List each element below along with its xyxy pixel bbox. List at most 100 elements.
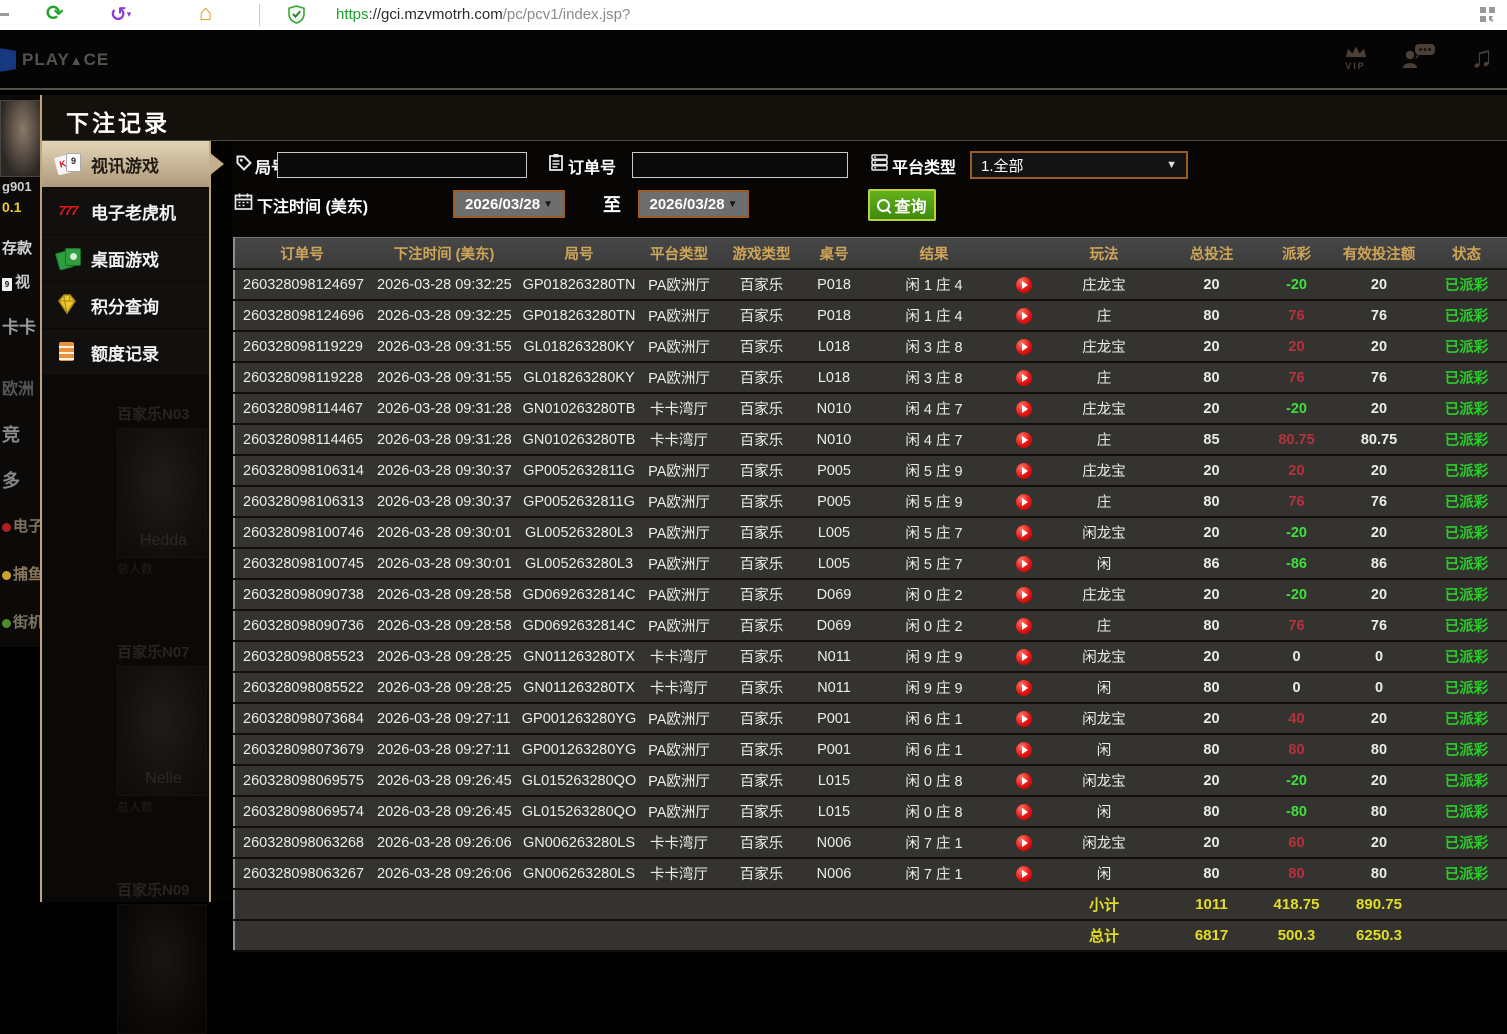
table-row: 260328098085522 2026-03-28 09:28:25 GN01…: [234, 672, 1507, 704]
play-video-icon[interactable]: [1016, 307, 1032, 324]
replay-cell: [1004, 548, 1044, 580]
secure-shield-icon[interactable]: [288, 5, 305, 29]
sidebar-item-video-games[interactable]: K9 视讯游戏: [42, 141, 224, 187]
status-cell: 已派彩: [1424, 331, 1507, 363]
payout-cell: 76: [1259, 610, 1334, 642]
bet-time-cell: 2026-03-28 09:31:55: [369, 362, 519, 394]
valid-bet-cell: 76: [1334, 610, 1424, 642]
play-video-icon[interactable]: [1016, 865, 1032, 882]
play-video-icon[interactable]: [1016, 431, 1032, 448]
platform-cell: 卡卡湾厅: [639, 424, 719, 456]
play-video-icon[interactable]: [1016, 462, 1032, 479]
platform-cell: PA欧洲厅: [639, 796, 719, 828]
table-no-cell: N010: [804, 424, 864, 456]
sidebar-item-slots[interactable]: 777 电子老虎机: [42, 188, 209, 234]
replay-cell: [1004, 672, 1044, 704]
valid-bet-cell: 80.75: [1334, 424, 1424, 456]
total-bet-cell: 20: [1164, 331, 1259, 363]
toolbar-divider: [259, 4, 260, 26]
play-video-icon[interactable]: [1016, 369, 1032, 386]
chevron-down-icon: ▼: [727, 198, 738, 210]
round-no-input[interactable]: [277, 152, 527, 178]
play-video-icon[interactable]: [1016, 710, 1032, 727]
total-row: 总计 6817 500.3 6250.3: [234, 920, 1507, 952]
order-id-cell: 260328098100745: [234, 548, 369, 580]
playace-logo: PLAY▲CE: [0, 48, 109, 72]
subtotal-payout: 418.75: [1259, 889, 1334, 921]
refresh-icon[interactable]: ⟳: [46, 1, 64, 26]
play-video-icon[interactable]: [1016, 400, 1032, 417]
play-video-icon[interactable]: [1016, 772, 1032, 789]
total-bet-cell: 80: [1164, 362, 1259, 394]
vip-icon[interactable]: VIP: [1343, 45, 1369, 71]
valid-bet-cell: 20: [1334, 331, 1424, 363]
status-cell: 已派彩: [1424, 393, 1507, 425]
header-divider: [0, 88, 1507, 90]
total-bet-cell: 20: [1164, 827, 1259, 859]
home-icon[interactable]: ⌂: [199, 0, 212, 26]
payout-cell: 80.75: [1259, 424, 1334, 456]
modal-content: 局号 订单号 平台类型 1.全部 ▼ 下注时间 (美东) 2026/03/28 …: [232, 141, 1507, 952]
round-id-cell: GD0692632814C: [519, 579, 639, 611]
query-button[interactable]: 查询: [868, 189, 936, 221]
table-games-icon: [54, 246, 81, 271]
platform-cell: 卡卡湾厅: [639, 672, 719, 704]
table-row: 260328098100746 2026-03-28 09:30:01 GL00…: [234, 517, 1507, 549]
replay-cell: [1004, 331, 1044, 363]
play-type-cell: 闲龙宝: [1044, 517, 1164, 549]
valid-bet-cell: 20: [1334, 579, 1424, 611]
bet-time-cell: 2026-03-28 09:28:25: [369, 641, 519, 673]
sidebar-item-quota-records[interactable]: 额度记录: [42, 329, 209, 375]
play-video-icon[interactable]: [1016, 648, 1032, 665]
play-video-icon[interactable]: [1016, 679, 1032, 696]
play-video-icon[interactable]: [1016, 276, 1032, 293]
url-bar[interactable]: https://gci.mzvmotrh.com/pc/pcv1/index.j…: [336, 6, 630, 23]
result-cell: 闲 4 庄 7: [864, 393, 1004, 425]
play-video-icon[interactable]: [1016, 834, 1032, 851]
round-id-cell: GN011263280TX: [519, 672, 639, 704]
valid-bet-cell: 20: [1334, 765, 1424, 797]
replay-cell: [1004, 641, 1044, 673]
platform-type-select[interactable]: 1.全部 ▼: [970, 151, 1188, 179]
play-video-icon[interactable]: [1016, 617, 1032, 634]
music-icon[interactable]: ♫: [1471, 42, 1494, 73]
video-games-shortcut: 9视: [2, 271, 30, 292]
round-id-cell: GP001263280YG: [519, 703, 639, 735]
game-type-cell: 百家乐: [719, 672, 804, 704]
play-video-icon[interactable]: [1016, 338, 1032, 355]
round-id-cell: GL018263280KY: [519, 362, 639, 394]
replay-cell: [1004, 455, 1044, 487]
valid-bet-cell: 20: [1334, 703, 1424, 735]
total-valid: 6250.3: [1334, 920, 1424, 952]
table-row: 260328098073679 2026-03-28 09:27:11 GP00…: [234, 734, 1507, 766]
play-video-icon[interactable]: [1016, 586, 1032, 603]
game-type-cell: 百家乐: [719, 362, 804, 394]
total-bet-cell: 86: [1164, 548, 1259, 580]
play-video-icon[interactable]: [1016, 741, 1032, 758]
play-type-cell: 闲龙宝: [1044, 641, 1164, 673]
order-no-input[interactable]: [632, 152, 848, 178]
play-type-cell: 庄龙宝: [1044, 393, 1164, 425]
payout-cell: 76: [1259, 362, 1334, 394]
status-cell: 已派彩: [1424, 610, 1507, 642]
round-id-cell: GP0052632811G: [519, 486, 639, 518]
date-to-select[interactable]: 2026/03/28 ▼: [638, 190, 749, 218]
play-video-icon[interactable]: [1016, 555, 1032, 572]
play-video-icon[interactable]: [1016, 524, 1032, 541]
back-icon[interactable]: ↺▾: [110, 2, 131, 27]
round-id-cell: GL015263280QO: [519, 765, 639, 797]
table-row: 260328098114465 2026-03-28 09:31:28 GN01…: [234, 424, 1507, 456]
payout-cell: -86: [1259, 548, 1334, 580]
total-bet-cell: 80: [1164, 672, 1259, 704]
table-row: 260328098069575 2026-03-28 09:26:45 GL01…: [234, 765, 1507, 797]
customer-service-icon[interactable]: [1402, 42, 1437, 73]
sidebar-item-points-query[interactable]: 积分查询: [42, 282, 209, 328]
status-cell: 已派彩: [1424, 424, 1507, 456]
payout-cell: 76: [1259, 486, 1334, 518]
date-from-select[interactable]: 2026/03/28 ▼: [453, 190, 565, 218]
platform-cell: PA欧洲厅: [639, 486, 719, 518]
apps-grid-icon[interactable]: [1480, 7, 1495, 27]
play-video-icon[interactable]: [1016, 803, 1032, 820]
sidebar-item-table-games[interactable]: 桌面游戏: [42, 235, 209, 281]
play-video-icon[interactable]: [1016, 493, 1032, 510]
